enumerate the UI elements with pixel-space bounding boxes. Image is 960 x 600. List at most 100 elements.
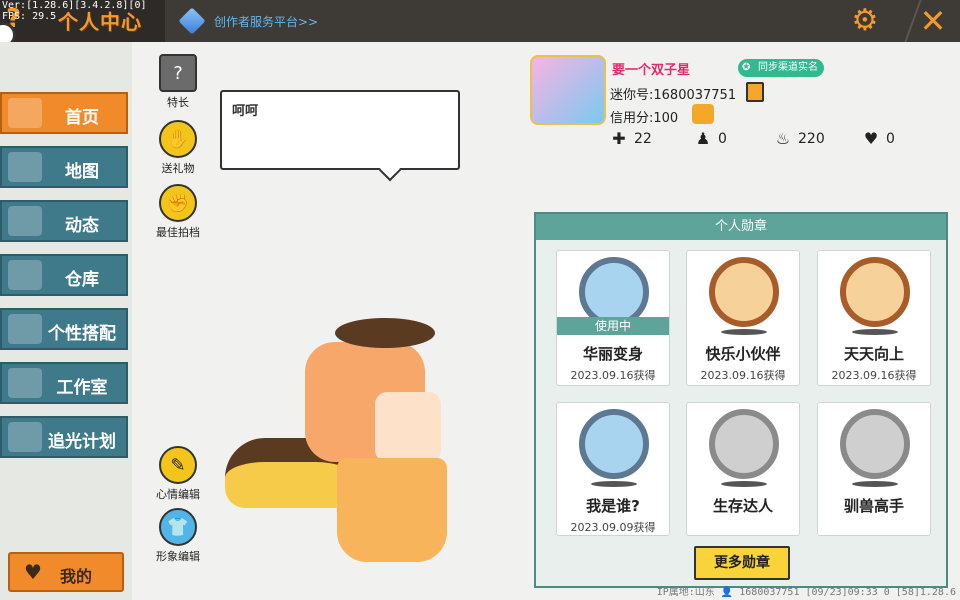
stat-fire: ♨ 220 [774,130,825,148]
badge-name: 华丽变身 [582,345,643,363]
badge-date: 2023.09.09获得 [570,521,656,534]
stat-value: 0 [718,131,727,147]
gift-icon: ✋ [159,120,197,158]
top-bar: ? 个人中心 Ver:[1.28.6][3.4.2.8][0] FPS: 29.… [0,0,960,48]
stat-plus: ✚ 22 [610,130,652,148]
sidebar-item-feed[interactable]: 动态 [0,200,128,242]
badge-name: 快乐小伙伴 [705,345,781,363]
medal-stand [591,481,637,487]
in-use-tag: 使用中 [557,317,669,335]
footer-info: IP属地:山东 👤 1680037751 [09/23]09:33 0 [58]… [656,587,956,598]
sidebar-item-map[interactable]: 地图 [0,146,128,188]
sidebar-item-label: 工作室 [56,378,108,398]
heart-icon: ♥ [24,560,42,584]
avatar[interactable] [530,55,606,125]
badge-panel: 个人勋章 使用中 华丽变身 2023.09.16获得 快乐小伙伴 2023.09… [534,212,948,588]
sidebar-item-label: 仓库 [65,270,99,290]
light-icon [8,422,42,452]
character-dress [337,458,447,562]
credit-score: 信用分:100 [610,111,679,126]
version-info: Ver:[1.28.6][3.4.2.8][0] FPS: 29.5 [2,0,147,22]
close-icon[interactable]: ✕ [916,2,950,40]
plus-icon: ✚ [612,129,626,148]
medal-icon [840,409,910,479]
stat-followers: ♟ 0 [694,130,727,148]
medal-icon [579,409,649,479]
medal-stand [852,481,898,487]
shirt-icon [8,314,42,344]
heart-icon: ♥ [863,129,879,148]
sidebar-item-label: 动态 [65,216,99,236]
handshake-icon: ✊ [159,184,197,222]
medal-stand [721,329,767,335]
fire-icon: ♨ [775,129,791,148]
badge-card[interactable]: 驯兽高手 [817,402,931,536]
verify-badge[interactable]: 同步渠道实名 [738,59,824,77]
sidebar-item-home[interactable]: 首页 [0,92,128,134]
studio-icon [8,368,42,398]
stat-value: 22 [634,131,652,147]
sidebar-item-studio[interactable]: 工作室 [0,362,128,404]
mood-bubble: 呵呵 [220,90,460,182]
specialty-label: 特长 [167,96,189,109]
badge-date: 2023.09.16获得 [831,369,917,382]
person-icon: ♟ [695,129,711,148]
sidebar-item-warehouse[interactable]: 仓库 [0,254,128,296]
nickname: 要一个双子星 [612,63,691,78]
sidebar-item-label: 追光计划 [48,432,116,452]
badge-name: 驯兽高手 [843,497,904,515]
sidebar-item-light-plan[interactable]: 追光计划 [0,416,128,458]
badge-card[interactable]: 快乐小伙伴 2023.09.16获得 [686,250,800,386]
send-gift-button[interactable]: ✋ 送礼物 [148,120,208,176]
send-gift-label: 送礼物 [161,162,195,175]
medal-stand [721,481,767,487]
sidebar-item-label: 个性搭配 [48,324,116,344]
creator-platform-label: 创作者服务平台>> [214,14,319,29]
character-avatar[interactable] [225,318,460,580]
sidebar-item-outfit[interactable]: 个性搭配 [0,308,128,350]
medal-icon [709,257,779,327]
gear-icon[interactable]: ⚙ [848,4,882,38]
more-badges-button[interactable]: 更多勋章 [694,546,790,580]
specialty-button[interactable]: ? 特长 [148,54,208,110]
image-edit-button[interactable]: 👕 形象编辑 [148,508,208,564]
mine-label: 我的 [60,567,93,586]
creator-platform-link[interactable]: 创作者服务平台>> [178,7,319,35]
edit-icon: ✎ [159,446,197,484]
badge-date: 2023.09.16获得 [570,369,656,382]
map-icon [8,152,42,182]
best-partner-button[interactable]: ✊ 最佳拍档 [148,184,208,240]
copy-icon[interactable] [746,82,764,102]
badge-card[interactable]: 生存达人 [686,402,800,536]
badge-card[interactable]: 使用中 华丽变身 2023.09.16获得 [556,250,670,386]
credit-icon[interactable] [692,104,714,124]
stat-likes: ♥ 0 [862,130,895,148]
sidebar-item-label: 地图 [65,162,99,182]
bell-icon [8,206,42,236]
badge-card[interactable]: 天天向上 2023.09.16获得 [817,250,931,386]
mine-button[interactable]: ♥ 我的 [8,552,124,592]
character-face [375,392,441,462]
image-edit-label: 形象编辑 [156,550,200,563]
mood-edit-button[interactable]: ✎ 心情编辑 [148,446,208,502]
badge-card[interactable]: 我是谁? 2023.09.09获得 [556,402,670,536]
medal-icon [840,257,910,327]
badge-date: 2023.09.16获得 [700,369,786,382]
mood-edit-label: 心情编辑 [156,488,200,501]
badge-panel-header: 个人勋章 [536,214,946,240]
badge-name: 生存达人 [712,497,773,515]
badge-name: 天天向上 [843,345,904,363]
title-area: ? 个人中心 Ver:[1.28.6][3.4.2.8][0] FPS: 29.… [0,0,165,48]
mood-text: 呵呵 [232,104,259,119]
best-partner-label: 最佳拍档 [156,226,200,239]
question-icon: ? [159,54,197,92]
medal-icon [709,409,779,479]
badge-name: 我是谁? [586,497,640,515]
house-icon [8,260,42,290]
medal-stand [852,329,898,335]
character-beret [335,318,435,348]
mini-id: 迷你号:1680037751 [610,88,737,103]
stat-value: 220 [798,131,825,147]
cube-icon [178,7,206,35]
stat-value: 0 [886,131,895,147]
